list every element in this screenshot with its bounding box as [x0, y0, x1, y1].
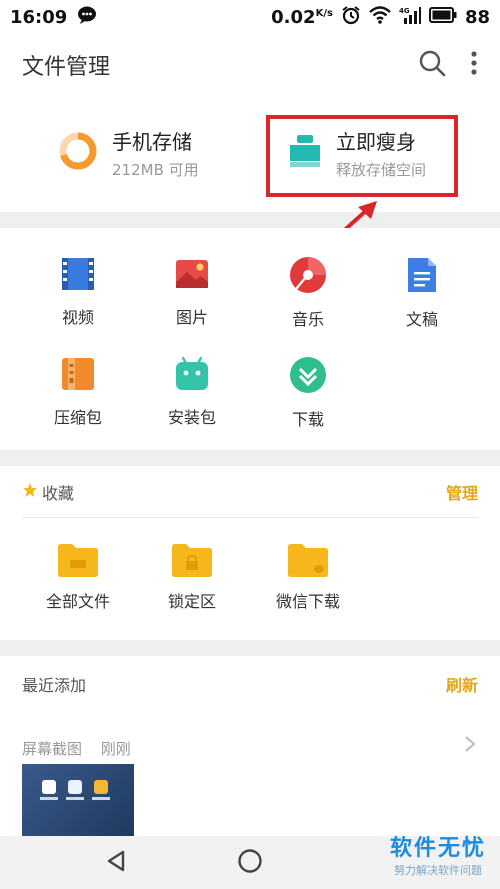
music-icon [289, 257, 327, 298]
recent-group-time: 刚刚 [100, 740, 131, 758]
video-icon [60, 258, 96, 296]
locked-folder-icon [171, 544, 213, 582]
wechat-folder-icon [287, 544, 329, 582]
back-icon[interactable] [105, 849, 127, 877]
category-label: 视频 [61, 308, 94, 327]
recent-header: 最近添加 刷新 [22, 656, 478, 712]
watermark-main: 软件无忧 [389, 836, 486, 861]
folder-label: 微信下载 [275, 592, 340, 611]
image-icon [174, 260, 210, 296]
annotation-highlight-box [266, 115, 458, 197]
android-icon [174, 356, 210, 396]
manage-button[interactable]: 管理 [446, 480, 478, 504]
search-icon[interactable] [418, 49, 446, 81]
download-icon [289, 357, 327, 398]
chat-notification-icon [77, 5, 97, 30]
category-label: 图片 [175, 308, 208, 327]
favorites-section: 收藏 管理 全部文件 锁定区 微信下载 [0, 466, 500, 640]
home-icon[interactable] [237, 848, 263, 878]
folder-label: 全部文件 [45, 592, 110, 611]
folder-all-files[interactable]: 全部文件 [23, 542, 133, 612]
network-speed: 0.02K/s [271, 6, 333, 28]
document-icon [406, 258, 438, 298]
status-bar: 16:09 0.02K/s 4G 88 [0, 0, 500, 34]
alarm-icon [341, 5, 361, 30]
category-label: 压缩包 [53, 408, 102, 427]
battery-level: 88 [464, 6, 490, 28]
folder-label: 锁定区 [167, 592, 216, 611]
app-bar: 文件管理 [0, 34, 500, 96]
screenshot-thumbnail[interactable] [22, 764, 134, 836]
star-icon [22, 482, 38, 502]
chevron-right-icon[interactable] [464, 734, 476, 758]
category-archive[interactable]: 压缩包 [23, 356, 133, 428]
recent-section: 最近添加 刷新 屏幕截图 刚刚 [0, 656, 500, 836]
archive-icon [60, 358, 96, 396]
category-apk[interactable]: 安装包 [137, 356, 247, 428]
favorites-header: 收藏 管理 [22, 466, 478, 518]
watermark-sub: 努力解决软件问题 [393, 864, 482, 877]
battery-icon [428, 6, 457, 28]
storage-ring-icon [58, 131, 98, 175]
recent-group[interactable]: 屏幕截图 刚刚 [22, 738, 145, 759]
phone-storage[interactable]: 手机存储 212MB 可用 [58, 126, 199, 180]
watermark: 软件无忧 努力解决软件问题 [390, 830, 486, 878]
category-label: 下载 [291, 410, 324, 429]
page-title: 文件管理 [22, 55, 111, 80]
phone-storage-title: 手机存储 [112, 130, 192, 154]
category-image[interactable]: 图片 [137, 256, 247, 328]
recent-title: 最近添加 [22, 676, 87, 695]
category-label: 文稿 [405, 310, 438, 329]
category-grid: 视频 图片 音乐 文稿 压缩包 安装包 下载 [0, 228, 500, 450]
folder-icon [57, 544, 99, 582]
category-label: 安装包 [167, 408, 216, 427]
category-video[interactable]: 视频 [23, 256, 133, 328]
cellular-signal-icon: 4G [399, 6, 421, 29]
clock: 16:09 [10, 6, 68, 28]
wifi-icon [369, 5, 391, 29]
category-label: 音乐 [291, 310, 324, 329]
svg-text:4G: 4G [399, 7, 410, 15]
more-vertical-icon[interactable] [470, 49, 478, 81]
favorites-title: 收藏 [42, 483, 75, 503]
folder-wechat-downloads[interactable]: 微信下载 [253, 542, 363, 612]
recent-group-name: 屏幕截图 [22, 740, 83, 758]
category-music[interactable]: 音乐 [253, 256, 363, 330]
phone-storage-available: 212MB 可用 [112, 161, 199, 179]
category-download[interactable]: 下载 [253, 356, 363, 430]
category-document[interactable]: 文稿 [367, 256, 477, 330]
folder-locked-area[interactable]: 锁定区 [137, 542, 247, 612]
refresh-button[interactable]: 刷新 [446, 672, 478, 696]
